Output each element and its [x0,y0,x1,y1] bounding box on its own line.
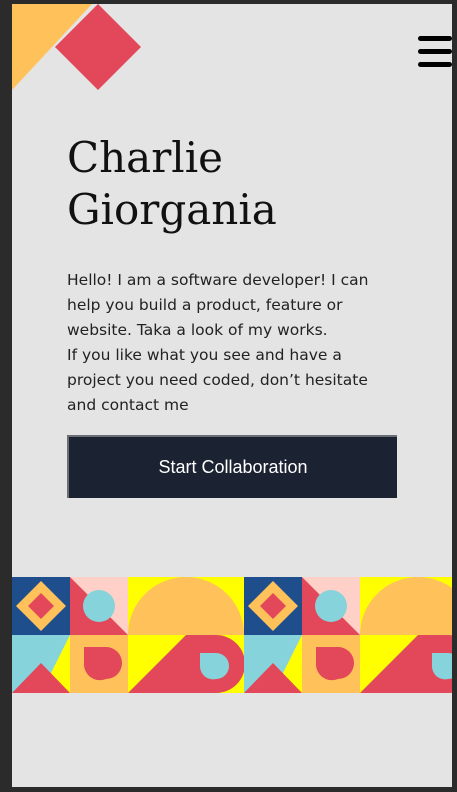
page-frame: Charlie Giorgania Hello! I am a software… [12,4,452,787]
title-line-first: Charlie [67,133,224,182]
title-line-last: Giorgania [67,185,277,234]
hamburger-icon-bar [418,49,452,54]
bio-paragraph: If you like what you see and have a proj… [67,346,368,414]
menu-button[interactable] [418,36,452,68]
page-title: Charlie Giorgania [67,132,397,236]
pattern-tile [12,577,245,693]
corner-decoration [12,4,141,90]
start-collaboration-button[interactable]: Start Collaboration [67,435,397,498]
hamburger-icon-bar [418,62,452,67]
pattern-tile-repeat [244,577,452,693]
bio-paragraph: Hello! I am a software developer! I can … [67,271,369,339]
geometric-pattern-banner [12,577,452,693]
hamburger-icon-bar [418,36,452,41]
bio-text: Hello! I am a software developer! I can … [67,268,397,418]
